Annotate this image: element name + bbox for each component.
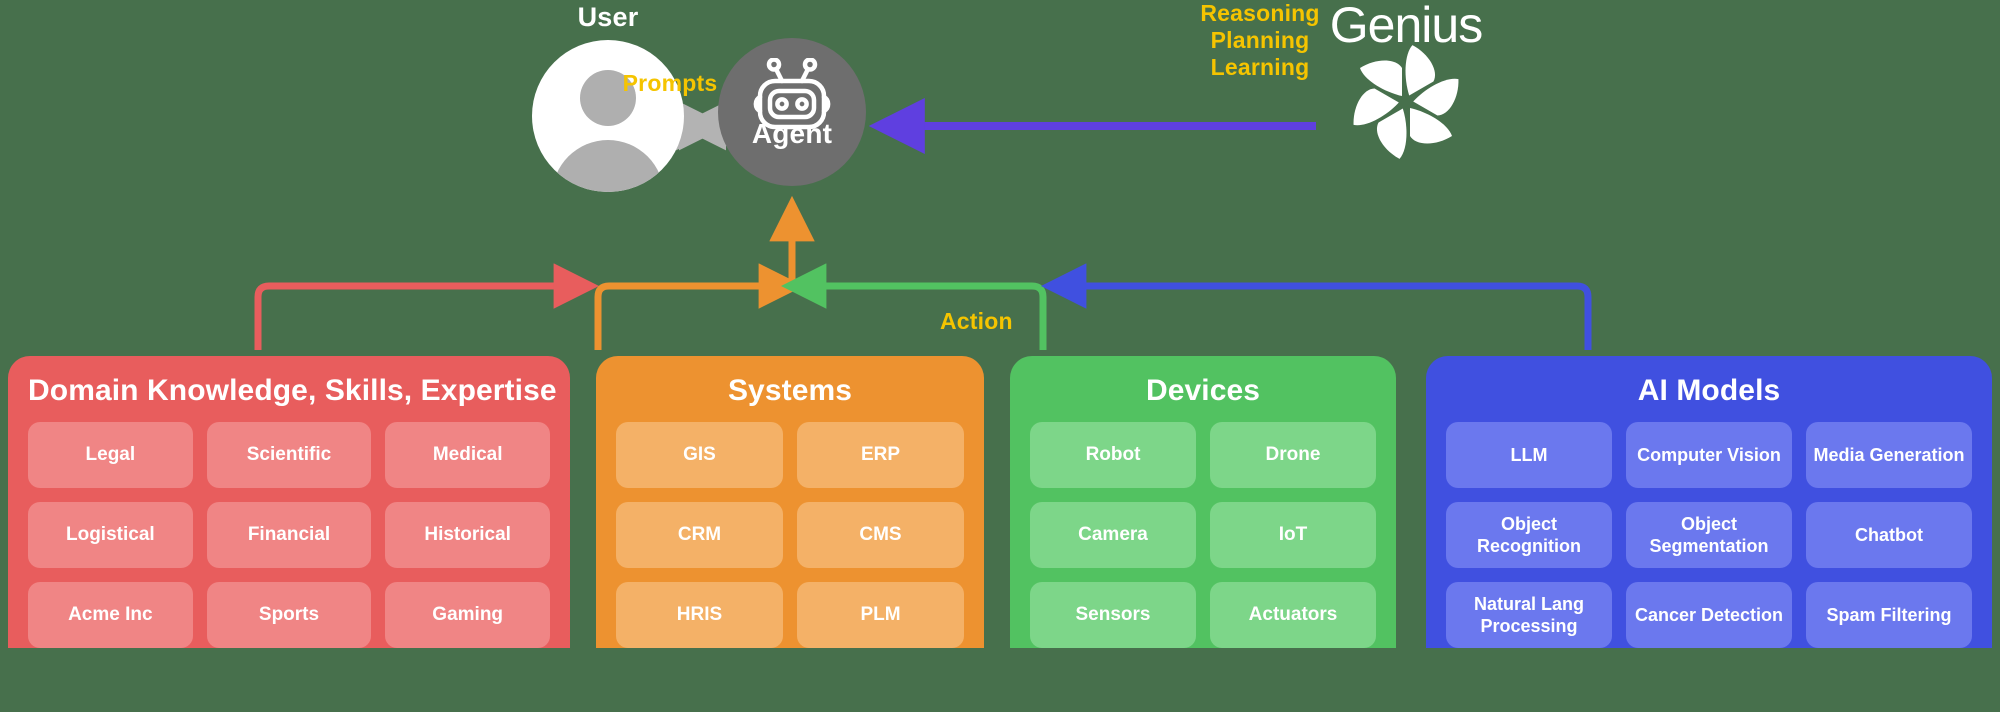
chip-grid: Robot Drone Camera IoT Sensors Actuators (1030, 422, 1376, 648)
chip-item[interactable]: Chatbot (1806, 502, 1972, 568)
user-avatar (532, 40, 684, 192)
chip-grid: LLM Computer Vision Media Generation Obj… (1446, 422, 1972, 648)
chip-item[interactable]: Logistical (28, 502, 193, 568)
bus-segment-orange (594, 263, 805, 350)
chip-item[interactable]: HRIS (616, 582, 783, 648)
panel-title: Domain Knowledge, Skills, Expertise (28, 374, 557, 407)
chip-item[interactable]: Historical (385, 502, 550, 568)
chip-item[interactable]: Scientific (206, 422, 372, 488)
bus-segment-red (254, 263, 600, 350)
panel-title: AI Models (1637, 374, 1781, 407)
chip-item[interactable]: LLM (1446, 422, 1612, 488)
chip-item[interactable]: CRM (616, 502, 783, 568)
chip-item[interactable]: Drone (1210, 422, 1376, 488)
chip-item[interactable]: Object Recognition (1446, 502, 1612, 568)
chip-item[interactable]: Robot (1030, 422, 1196, 488)
panel-systems: Systems GIS ERP CRM CMS HRIS PLM (596, 356, 984, 648)
chip-grid: Legal Scientific Medical Logistical Fina… (28, 422, 550, 648)
chip-item[interactable]: IoT (1210, 502, 1376, 568)
chip-item[interactable]: Cancer Detection (1626, 582, 1792, 648)
panel-domain-knowledge: Domain Knowledge, Skills, Expertise Lega… (8, 356, 570, 648)
chip-grid: GIS ERP CRM CMS HRIS PLM (616, 422, 964, 648)
panel-title: Systems (727, 374, 853, 407)
chip-item[interactable]: Spam Filtering (1806, 582, 1972, 648)
chip-item[interactable]: Legal (28, 422, 193, 488)
chip-item[interactable]: Gaming (385, 582, 550, 648)
panel-ai-models: AI Models LLM Computer Vision Media Gene… (1426, 356, 1992, 648)
panel-title: Devices (1145, 374, 1261, 407)
diagram-canvas: User Prompts Agent Reasoning Planning Le… (0, 0, 2000, 712)
agent-node[interactable] (718, 38, 866, 186)
chip-item[interactable]: PLM (797, 582, 964, 648)
chip-item[interactable]: Financial (206, 502, 372, 568)
chip-item[interactable]: Sensors (1030, 582, 1196, 648)
chip-item[interactable]: Actuators (1210, 582, 1376, 648)
chip-item[interactable]: Media Generation (1806, 422, 1972, 488)
panel-devices: Devices Robot Drone Camera IoT Sensors A… (1010, 356, 1396, 648)
action-label: Action (940, 308, 1013, 334)
genius-flower-logo-icon (1353, 45, 1459, 159)
chip-item[interactable]: CMS (797, 502, 964, 568)
chip-item[interactable]: Medical (385, 422, 550, 488)
chip-item[interactable]: Computer Vision (1626, 422, 1792, 488)
user-body-icon (552, 140, 664, 192)
chip-item[interactable]: Acme Inc (28, 582, 193, 648)
user-label: User (577, 2, 639, 32)
chip-item[interactable]: Camera (1030, 502, 1196, 568)
chip-item[interactable]: Natural Lang Processing (1446, 582, 1612, 648)
chip-item[interactable]: Sports (206, 582, 372, 648)
chip-item[interactable]: Object Segmentation (1626, 502, 1792, 568)
agent-label: Agent (751, 118, 833, 149)
chip-item[interactable]: ERP (797, 422, 964, 488)
chip-item[interactable]: GIS (616, 422, 783, 488)
